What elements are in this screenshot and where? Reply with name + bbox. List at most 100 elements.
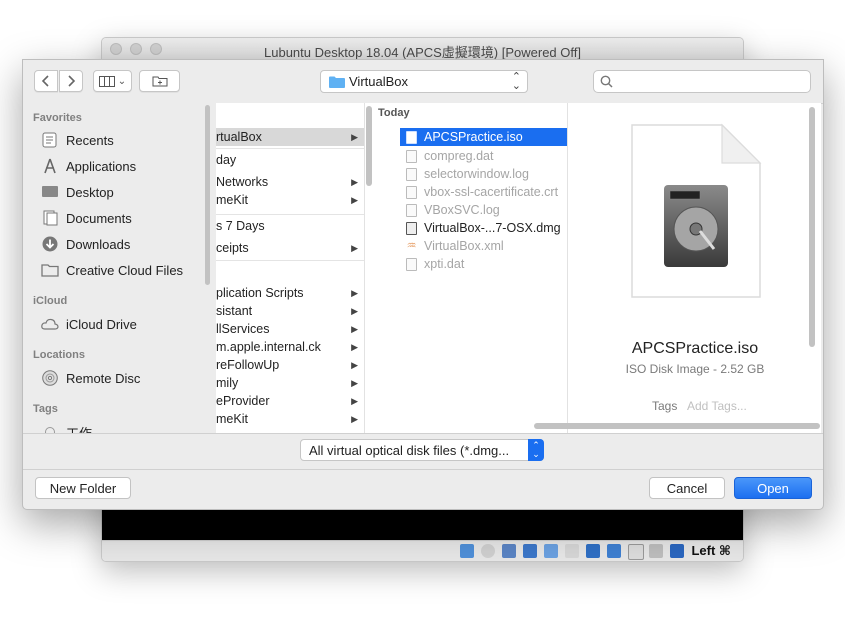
file-name: xpti.dat [424, 257, 465, 271]
file-row[interactable]: xpti.dat [400, 255, 567, 273]
list-item[interactable]: reFollowUp ▶ [216, 356, 364, 374]
file-row-selected[interactable]: APCSPractice.iso [400, 128, 567, 146]
disclosure-arrow-icon: ▶ [351, 323, 358, 334]
open-file-dialog: ⌄ VirtualBox ⌃ ⌄ Favorites Recents Applic… [22, 59, 824, 510]
file-name: APCSPractice.iso [424, 130, 523, 144]
dialog-toolbar: ⌄ VirtualBox ⌃ ⌄ [23, 60, 823, 104]
file-name: VirtualBox.xml [424, 239, 504, 253]
file-row[interactable]: vbox-ssl-cacertificate.crt [400, 183, 567, 201]
hard-disk-status-icon[interactable] [460, 544, 474, 558]
file-row[interactable]: compreg.dat [400, 147, 567, 165]
clock-icon [42, 132, 57, 148]
list-item-label: ceipts [216, 241, 249, 255]
disclosure-arrow-icon: ▶ [351, 359, 358, 370]
file-row[interactable]: ♒ VirtualBox.xml [400, 237, 567, 255]
dmg-file-icon [406, 221, 417, 235]
view-mode-button[interactable]: ⌄ [93, 70, 132, 92]
preview-scrollbar[interactable] [809, 107, 815, 347]
list-item[interactable]: ceipts ▶ [216, 239, 364, 257]
column-files: Today APCSPractice.iso compreg.dat selec… [372, 103, 568, 433]
network-status-icon[interactable] [523, 544, 537, 558]
optical-drive-status-icon[interactable] [481, 544, 495, 558]
new-folder-toolbar-button[interactable] [139, 70, 180, 92]
back-button[interactable] [34, 70, 58, 92]
disk-image-icon [631, 123, 762, 298]
sidebar-item-remote-disc[interactable]: Remote Disc [41, 367, 211, 389]
path-popup[interactable]: VirtualBox ⌃ ⌄ [320, 70, 528, 93]
file-row[interactable]: selectorwindow.log [400, 165, 567, 183]
sidebar-item-icloud-drive[interactable]: iCloud Drive [41, 313, 211, 335]
preview-pane: APCSPractice.iso ISO Disk Image - 2.52 G… [569, 103, 821, 433]
disclosure-arrow-icon: ▶ [351, 194, 358, 205]
shared-folders-status-icon[interactable] [565, 544, 579, 558]
cancel-button[interactable]: Cancel [649, 477, 725, 499]
list-item[interactable]: meKit ▶ [216, 410, 364, 428]
recording-status-icon[interactable] [607, 544, 621, 558]
list-item[interactable]: plication Scripts ▶ [216, 284, 364, 302]
new-folder-icon [152, 76, 167, 87]
cpu-status-icon[interactable] [628, 544, 644, 560]
list-item-label: llServices [216, 322, 270, 336]
audio-status-icon[interactable] [502, 544, 516, 558]
list-item-label: eProvider [216, 394, 270, 408]
list-item[interactable]: sistant ▶ [216, 302, 364, 320]
host-key-label: Left ⌘ [691, 543, 731, 558]
disclosure-arrow-icon: ▶ [351, 287, 358, 298]
disclosure-arrow-icon: ▶ [351, 242, 358, 253]
new-folder-button[interactable]: New Folder [35, 477, 131, 499]
list-item[interactable]: s 7 Days [216, 217, 364, 235]
column-view-icon [98, 75, 115, 87]
path-label: VirtualBox [349, 74, 409, 89]
sidebar-item-tag-work[interactable]: 工作 [41, 421, 211, 433]
keyboard-capture-status-icon[interactable] [670, 544, 684, 558]
list-item-label: meKit [216, 412, 248, 426]
sidebar-item-documents[interactable]: Documents [41, 207, 211, 229]
sidebar-item-creative-cloud-files[interactable]: Creative Cloud Files [41, 259, 211, 281]
list-item[interactable]: rtualBox ▶ [216, 128, 364, 146]
file-icon [406, 185, 417, 199]
horizontal-scrollbar[interactable] [534, 423, 820, 429]
forward-button[interactable] [59, 70, 83, 92]
list-item-label: s 7 Days [216, 219, 265, 233]
file-name: VBoxSVC.log [424, 203, 500, 217]
file-type-filter-select[interactable]: All virtual optical disk files (*.dmg...… [300, 439, 544, 461]
vm-screen[interactable] [102, 508, 743, 541]
search-input[interactable] [593, 70, 811, 93]
list-item[interactable]: eProvider ▶ [216, 392, 364, 410]
sidebar-item-downloads[interactable]: Downloads [41, 233, 211, 255]
list-item[interactable]: m.apple.internal.ck ▶ [216, 338, 364, 356]
vm-titlebar[interactable]: Lubuntu Desktop 18.04 (APCS虛擬環境) [Powere… [102, 38, 743, 61]
disclosure-arrow-icon: ▶ [351, 413, 358, 424]
tags-input[interactable]: Add Tags... [687, 399, 747, 413]
display-status-icon[interactable] [586, 544, 600, 558]
list-item-label: m.apple.internal.ck [216, 340, 321, 354]
column-parent: rtualBox ▶ day Networks ▶ meKit ▶ s 7 Da… [216, 103, 365, 433]
disclosure-arrow-icon: ▶ [351, 305, 358, 316]
file-row[interactable]: VirtualBox-...7-OSX.dmg [400, 219, 567, 237]
list-item[interactable]: llServices ▶ [216, 320, 364, 338]
sidebar-item-label: Desktop [66, 184, 114, 200]
file-name: VirtualBox-...7-OSX.dmg [424, 221, 561, 235]
sidebar-item-desktop[interactable]: Desktop [41, 181, 211, 203]
sidebar-item-applications[interactable]: Applications [41, 155, 211, 177]
disclosure-arrow-icon: ▶ [351, 395, 358, 406]
folder-icon [329, 76, 345, 88]
mouse-integration-status-icon[interactable] [649, 544, 663, 558]
sidebar-item-recents[interactable]: Recents [41, 129, 211, 151]
disclosure-arrow-icon: ▶ [351, 341, 358, 352]
sidebar-item-label: Documents [66, 210, 132, 226]
sidebar-scrollbar[interactable] [205, 105, 210, 285]
list-item[interactable]: Networks ▶ [216, 173, 364, 191]
file-row[interactable]: VBoxSVC.log [400, 201, 567, 219]
applications-icon [44, 158, 56, 174]
file-type-filter-label: All virtual optical disk files (*.dmg... [309, 443, 510, 458]
download-icon [42, 236, 58, 252]
preview-file-name: APCSPractice.iso [631, 340, 759, 357]
chevron-left-icon [41, 75, 49, 87]
open-button[interactable]: Open [734, 477, 812, 499]
chevron-down-icon: ⌄ [117, 75, 127, 87]
list-item[interactable]: meKit ▶ [216, 191, 364, 209]
list-item[interactable]: mily ▶ [216, 374, 364, 392]
usb-status-icon[interactable] [544, 544, 558, 558]
list-item[interactable]: day [216, 151, 364, 169]
